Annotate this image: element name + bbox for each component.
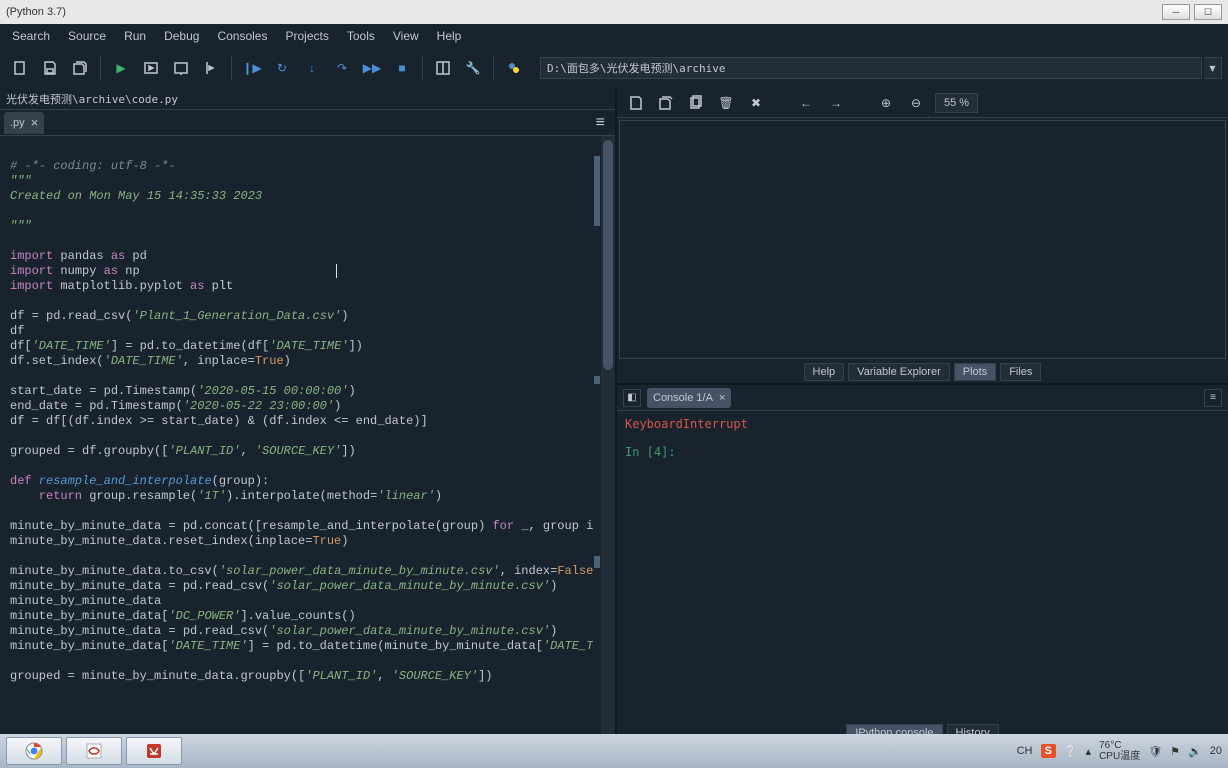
- tab-plots[interactable]: Plots: [954, 363, 996, 381]
- preferences-icon[interactable]: 🔧: [459, 54, 487, 82]
- menu-source[interactable]: Source: [60, 27, 114, 45]
- menu-run[interactable]: Run: [116, 27, 154, 45]
- taskbar-chrome-icon[interactable]: [6, 737, 62, 765]
- working-dir-dropdown-icon[interactable]: ▾: [1204, 57, 1222, 79]
- debug-step-into-icon[interactable]: ↓: [298, 54, 326, 82]
- tray-shield-icon[interactable]: 🛡: [1148, 745, 1162, 758]
- save-icon[interactable]: [36, 54, 64, 82]
- next-plot-icon[interactable]: →: [825, 92, 847, 114]
- run-cell-advance-icon[interactable]: [167, 54, 195, 82]
- debug-stop-icon[interactable]: ■: [388, 54, 416, 82]
- close-icon[interactable]: ×: [719, 392, 725, 404]
- menu-debug[interactable]: Debug: [156, 27, 207, 45]
- run-cell-icon[interactable]: [137, 54, 165, 82]
- save-all-icon[interactable]: [66, 54, 94, 82]
- windows-taskbar: CH S ❔ ▴ 76°C CPU温度 🛡 ⚑ 🔊 20: [0, 734, 1228, 768]
- editor-tabs: .py × ≡: [0, 110, 615, 136]
- tray-flag-icon[interactable]: ⚑: [1170, 745, 1180, 758]
- debug-step-icon[interactable]: ↻: [268, 54, 296, 82]
- debug-play-icon[interactable]: ❙▶: [238, 54, 266, 82]
- layout-icon[interactable]: [429, 54, 457, 82]
- menu-help[interactable]: Help: [429, 27, 470, 45]
- system-tray: CH S ❔ ▴ 76°C CPU温度 🛡 ⚑ 🔊 20: [1017, 740, 1222, 762]
- console-tab[interactable]: Console 1/A ×: [647, 388, 731, 408]
- working-dir-input[interactable]: [540, 57, 1202, 79]
- window-titlebar: (Python 3.7) ─ ☐: [0, 0, 1228, 24]
- window-controls: ─ ☐: [1162, 4, 1222, 20]
- ipython-console[interactable]: KeyboardInterrupt In [4]:: [617, 411, 1228, 722]
- tab-label: .py: [10, 117, 25, 129]
- console-prompt: In [4]:: [625, 445, 676, 459]
- taskbar-spyder-icon[interactable]: [66, 737, 122, 765]
- new-file-icon[interactable]: [6, 54, 34, 82]
- console-popout-icon[interactable]: ◧: [623, 389, 641, 407]
- zoom-level[interactable]: 55 %: [935, 93, 978, 113]
- delete-all-plots-icon[interactable]: ✖: [745, 92, 767, 114]
- plots-canvas: [619, 120, 1226, 359]
- python-path-icon[interactable]: [500, 54, 528, 82]
- taskbar-app-icon[interactable]: [126, 737, 182, 765]
- editor-panel: 光伏发电预测\archive\code.py .py × ≡ # -*- cod…: [0, 88, 617, 744]
- zoom-in-icon[interactable]: ⊕: [875, 92, 897, 114]
- right-panel: 🗑 ✖ ← → ⊕ ⊖ 55 % Help Variable Explorer …: [617, 88, 1228, 744]
- right-pane-tabs: Help Variable Explorer Plots Files: [617, 361, 1228, 383]
- tab-help[interactable]: Help: [804, 363, 845, 381]
- tray-volume-icon[interactable]: 🔊: [1188, 745, 1202, 758]
- tab-files[interactable]: Files: [1000, 363, 1041, 381]
- menu-view[interactable]: View: [385, 27, 427, 45]
- prev-plot-icon[interactable]: ←: [795, 92, 817, 114]
- console-options-icon[interactable]: ≡: [1204, 389, 1222, 407]
- menu-tools[interactable]: Tools: [339, 27, 383, 45]
- copy-plot-icon[interactable]: [685, 92, 707, 114]
- editor-scrollbar[interactable]: [601, 136, 615, 744]
- tab-variable-explorer[interactable]: Variable Explorer: [848, 363, 950, 381]
- console-error-text: KeyboardInterrupt: [625, 417, 1220, 431]
- debug-continue-icon[interactable]: ▶▶: [358, 54, 386, 82]
- hamburger-icon[interactable]: ≡: [590, 114, 611, 132]
- menubar: Search Source Run Debug Consoles Project…: [0, 24, 1228, 48]
- tray-sogou-icon[interactable]: S: [1041, 744, 1056, 758]
- save-all-plots-icon[interactable]: [655, 92, 677, 114]
- editor-tab[interactable]: .py ×: [4, 112, 44, 134]
- breadcrumb: 光伏发电预测\archive\code.py: [0, 88, 615, 110]
- tray-help-icon[interactable]: ❔: [1064, 745, 1078, 758]
- save-plot-icon[interactable]: [625, 92, 647, 114]
- tray-cpu-temp[interactable]: 76°C CPU温度: [1099, 740, 1140, 762]
- tray-ime[interactable]: CH: [1017, 745, 1033, 757]
- menu-search[interactable]: Search: [4, 27, 58, 45]
- menu-projects[interactable]: Projects: [277, 27, 336, 45]
- window-title: (Python 3.7): [6, 6, 66, 18]
- tray-time[interactable]: 20: [1210, 745, 1222, 757]
- outline-strip[interactable]: [593, 136, 601, 744]
- main-toolbar: ▶ ❙▶ ↻ ↓ ↷ ▶▶ ■ 🔧 ▾: [0, 48, 1228, 88]
- menu-consoles[interactable]: Consoles: [209, 27, 275, 45]
- plots-toolbar: 🗑 ✖ ← → ⊕ ⊖ 55 %: [617, 88, 1228, 118]
- console-tab-label: Console 1/A: [653, 392, 713, 404]
- console-tabs-row: ◧ Console 1/A × ≡: [617, 385, 1228, 411]
- maximize-button[interactable]: ☐: [1194, 4, 1222, 20]
- close-icon[interactable]: ×: [31, 115, 39, 130]
- text-cursor: [336, 264, 337, 278]
- debug-step-over-icon[interactable]: ↷: [328, 54, 356, 82]
- tray-chevron-icon[interactable]: ▴: [1086, 745, 1092, 758]
- zoom-out-icon[interactable]: ⊖: [905, 92, 927, 114]
- run-selection-icon[interactable]: [197, 54, 225, 82]
- delete-plot-icon[interactable]: 🗑: [715, 92, 737, 114]
- run-file-icon[interactable]: ▶: [107, 54, 135, 82]
- minimize-button[interactable]: ─: [1162, 4, 1190, 20]
- code-editor[interactable]: # -*- coding: utf-8 -*- """ Created on M…: [0, 136, 593, 744]
